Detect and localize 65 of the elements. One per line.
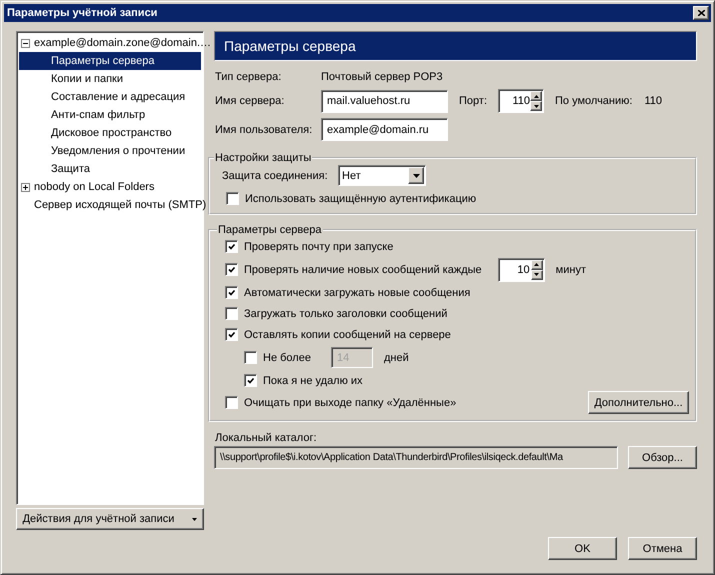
spin-buttons[interactable]	[530, 258, 544, 280]
checkbox[interactable]	[225, 396, 238, 409]
caret-icon	[192, 518, 198, 520]
server-name-field[interactable]: mail.valuehost.ru	[321, 90, 448, 112]
spin-field[interactable]: 10	[498, 258, 545, 282]
unit-label: дней	[384, 352, 409, 364]
checkbox[interactable]	[244, 374, 257, 387]
field-label: Имя сервера:	[215, 95, 286, 107]
ok-button[interactable]: OK	[548, 537, 617, 560]
spin-buttons[interactable]	[530, 90, 543, 112]
option-label: Проверять почту при запуске	[244, 240, 394, 252]
option-label: Использовать защищённую аутентификацию	[245, 192, 476, 204]
account-actions-button[interactable]: Действия для учётной записи	[16, 508, 204, 530]
checkbox[interactable]	[226, 192, 239, 205]
field-label: Имя пользователя:	[215, 124, 314, 136]
page-header: Параметры сервера	[214, 31, 697, 61]
checkbox[interactable]	[225, 240, 238, 253]
tree-item[interactable]: Параметры сервера	[19, 52, 201, 70]
collapse-icon[interactable]	[21, 38, 30, 48]
tree-item[interactable]: Дисковое пространство	[19, 124, 201, 142]
option-label: Автоматически загружать новые сообщения	[244, 286, 470, 298]
option-label: Очищать при выходе папку «Удалённые»	[244, 396, 456, 408]
unit-label: минут	[556, 264, 586, 276]
expand-icon[interactable]	[21, 182, 30, 192]
checkmark-icon	[228, 289, 236, 296]
field-label: Локальный каталог:	[215, 432, 318, 444]
field-label: Порт:	[459, 95, 488, 107]
tree-item[interactable]: Защита	[19, 160, 201, 178]
checkmark-icon	[228, 266, 236, 273]
browse-button[interactable]: Обзор...	[628, 446, 697, 469]
option-label: Оставлять копии сообщений на сервере	[244, 328, 451, 340]
tree-item[interactable]: Сервер исходящей почты (SMTP)	[19, 196, 210, 214]
port-spin-field[interactable]: 110	[498, 89, 544, 113]
tree-item[interactable]: Уведомления о прочтении	[19, 142, 201, 160]
field-label: Защита соединения:	[222, 170, 329, 182]
username-field[interactable]: example@domain.ru	[321, 118, 448, 141]
option-label: Не более	[263, 352, 311, 364]
server-type-value: Почтовый сервер POP3	[321, 71, 443, 83]
tree-item[interactable]: Анти-спам фильтр	[19, 106, 201, 124]
close-icon	[698, 10, 704, 16]
checkbox[interactable]	[225, 286, 238, 299]
cancel-button[interactable]: Отмена	[628, 537, 697, 560]
checkbox[interactable]	[225, 328, 238, 341]
local-directory-field: \\support\profile$\i.kotov\Application Data\Thunderbird\Profiles\ilsiqeck.default\Ma	[214, 446, 618, 469]
tree-item[interactable]: Копии и папки	[19, 70, 201, 88]
connection-security-dropdown[interactable]: Нет	[338, 165, 426, 186]
checkbox[interactable]	[225, 263, 238, 276]
field-label: По умолчанию:	[555, 95, 632, 107]
checkmark-icon	[228, 331, 236, 338]
checkmark-icon	[228, 243, 236, 250]
checkmark-icon	[246, 377, 254, 384]
tree-item[interactable]: nobody on Local Folders	[19, 178, 201, 196]
tree-item[interactable]: Составление и адресация	[19, 88, 201, 106]
option-label: Загружать только заголовки сообщений	[244, 308, 448, 320]
group-title: Параметры сервера	[217, 224, 323, 236]
option-label: Пока я не удалю их	[263, 374, 363, 386]
group-title: Настройки защиты	[214, 152, 312, 164]
field-label: Тип сервера:	[215, 71, 282, 83]
advanced-button[interactable]: Дополнительно...	[588, 391, 689, 414]
window-title: Параметры учётной записи	[7, 7, 158, 19]
checkbox[interactable]	[225, 307, 238, 320]
default-port-value: 110	[644, 95, 662, 107]
close-button[interactable]	[693, 6, 709, 20]
option-label: Проверять наличие новых сообщений каждые	[244, 264, 482, 276]
tree-item[interactable]: example@domain.zone@domain.…	[19, 34, 214, 52]
